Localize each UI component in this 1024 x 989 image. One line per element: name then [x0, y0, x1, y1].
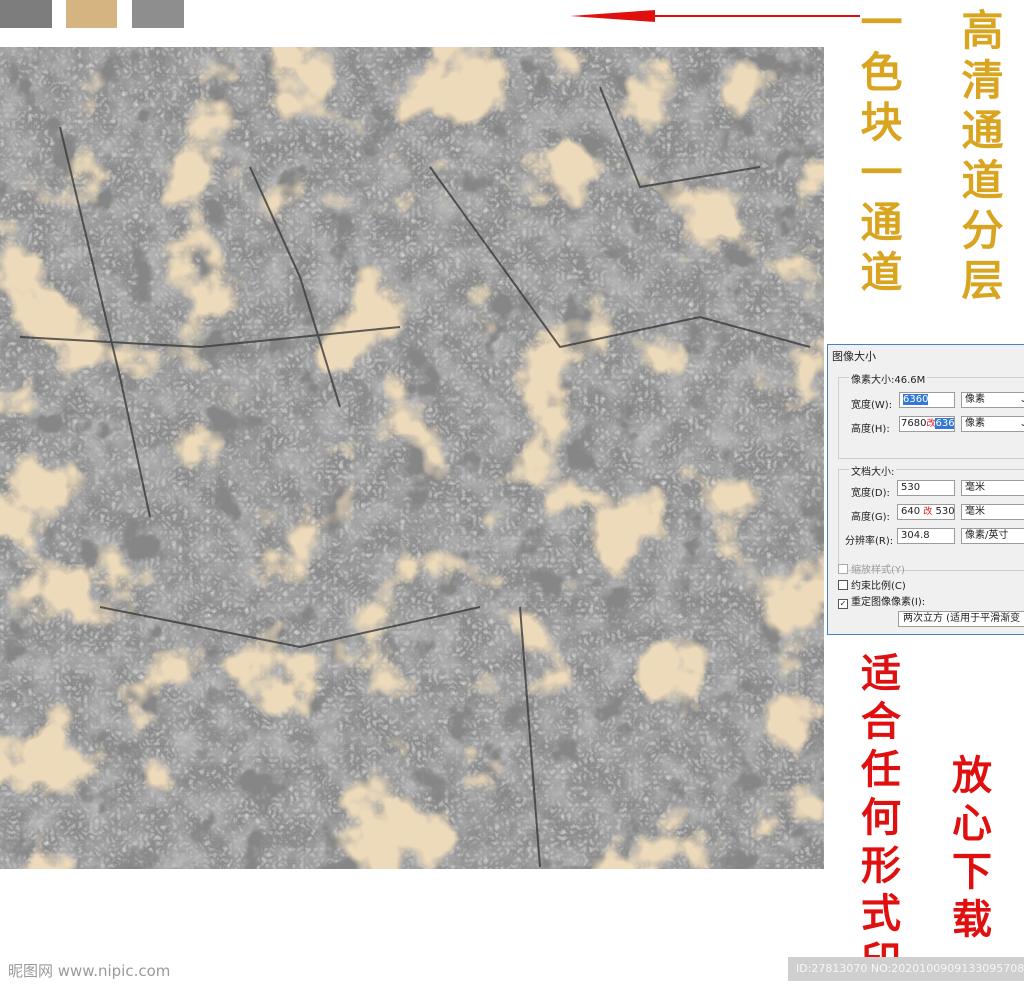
image-id-watermark: ID:27813070 NO:20201009091330957080 [788, 957, 1024, 981]
color-swatch-light-gray [132, 0, 184, 28]
doc-width-input[interactable]: 530 [897, 480, 955, 496]
dialog-title: 图像大小 [832, 350, 876, 363]
doc-size-label: 文档大小: [849, 463, 897, 478]
image-size-dialog: 图像大小 像素大小:46.6M 宽度(W): 6360 像素⌄ 高度(H): 7… [827, 344, 1024, 635]
doc-height-label: 高度(G): [851, 512, 890, 523]
width-unit-select[interactable]: 像素⌄ [961, 392, 1024, 408]
red-arrow-icon [570, 10, 860, 22]
width-input[interactable]: 6360 [899, 392, 955, 408]
download-annotation: 放心下载 [945, 754, 992, 946]
resample-checkbox[interactable]: ✓ 重定图像像素(I): [838, 593, 925, 609]
channel-annotation: 一色块一通道 [854, 0, 903, 300]
pixel-dimensions-group: 像素大小:46.6M 宽度(W): 6360 像素⌄ 高度(H): 7680改6… [838, 371, 1024, 459]
chevron-down-icon: ⌄ [1019, 393, 1024, 407]
doc-height-input[interactable]: 640 改 530 [897, 504, 955, 520]
chevron-down-icon: ⌄ [1019, 417, 1024, 431]
texture-pattern-image [0, 47, 824, 869]
resolution-unit-select[interactable]: 像素/英寸 [961, 528, 1024, 544]
resolution-input[interactable]: 304.8 [897, 528, 955, 544]
height-label: 高度(H): [851, 424, 890, 435]
doc-width-unit-select[interactable]: 毫米 [961, 480, 1024, 496]
pixel-size-label: 像素大小:46.6M [849, 371, 928, 386]
height-input[interactable]: 7680改6360 [899, 416, 955, 432]
print-annotation: 适合任何形式印 [854, 652, 901, 988]
document-size-group: 文档大小: 宽度(D): 530 毫米 高度(G): 640 改 530 毫米 … [838, 463, 1024, 571]
height-unit-select[interactable]: 像素⌄ [961, 416, 1024, 432]
scale-styles-checkbox[interactable]: 缩放样式(Y) [838, 561, 905, 576]
doc-height-unit-select[interactable]: 毫米 [961, 504, 1024, 520]
site-watermark: 昵图网 www.nipic.com [8, 962, 171, 980]
width-label: 宽度(W): [851, 400, 893, 411]
checkbox-icon [838, 580, 848, 590]
constrain-proportions-checkbox[interactable]: 约束比例(C) [838, 577, 906, 592]
checkmark-icon: ✓ [838, 599, 848, 609]
color-swatch-tan [66, 0, 117, 28]
checkbox-icon [838, 564, 848, 574]
resample-method-select[interactable]: 两次立方 (适用于平滑渐变 [898, 611, 1024, 627]
doc-width-label: 宽度(D): [851, 488, 890, 499]
color-swatch-gray [0, 0, 52, 28]
resolution-label: 分辨率(R): [845, 536, 894, 547]
hd-layers-annotation: 高清通道分层 [955, 8, 1004, 308]
